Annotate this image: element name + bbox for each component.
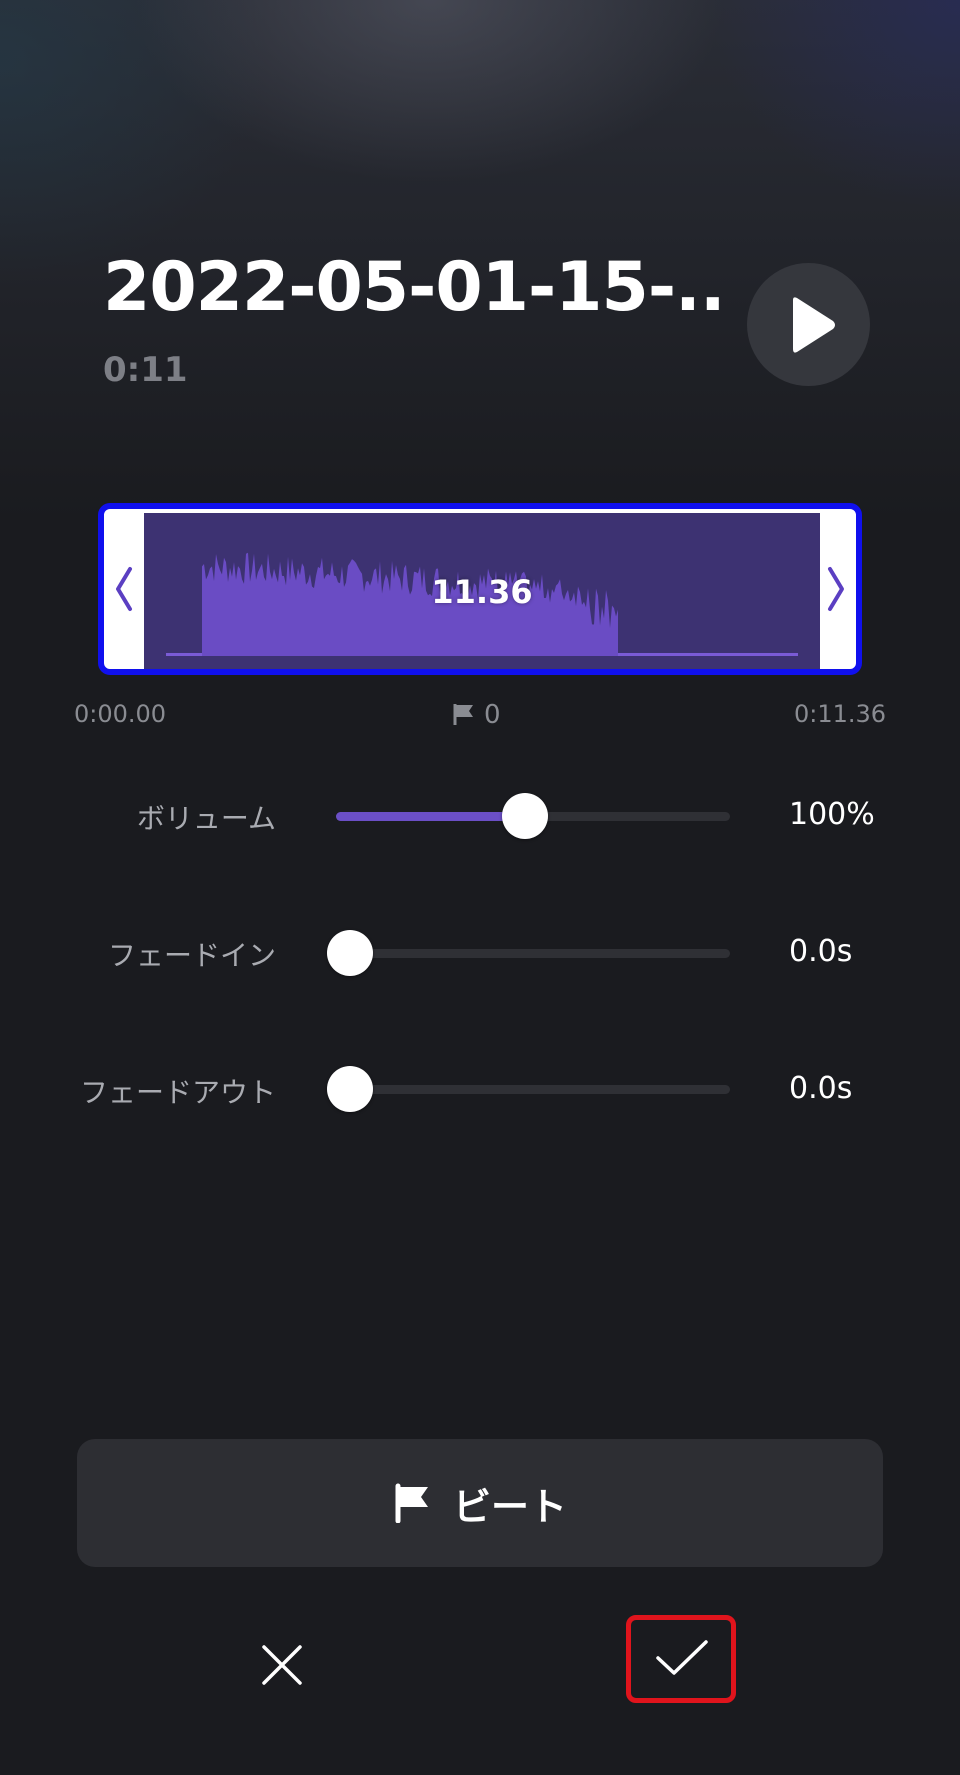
fade-in-label: フェードイン [107,939,276,972]
play-button[interactable] [747,263,870,386]
fade-out-slider-knob[interactable] [327,1066,373,1112]
end-time: 0:11.36 [794,700,887,728]
fade-out-slider[interactable] [327,1066,730,1112]
volume-slider-fill [336,812,525,821]
trim-handle-left[interactable] [104,509,144,669]
flag-icon [395,1483,428,1523]
volume-slider[interactable] [336,793,730,839]
beat-count-value: 0 [484,700,501,730]
beat-button-label: ビート [452,1484,567,1529]
chevron-right-icon [828,567,844,611]
trim-handle-right[interactable] [816,509,856,669]
beat-marker-count: 0 [452,700,501,730]
cancel-button[interactable] [254,1637,310,1693]
fade-out-label: フェードアウト [79,1076,276,1109]
beat-button[interactable]: ビート [77,1439,883,1567]
fade-out-value: 0.0s [789,1071,853,1106]
volume-label: ボリューム [136,802,276,835]
clip-length-label: 11.36 [431,573,533,611]
volume-slider-knob[interactable] [501,793,548,839]
audio-trimmer[interactable]: 11.36 [98,503,862,675]
audio-duration: 0:11 [103,350,188,390]
audio-title: 2022-05-01-15-... [103,248,723,327]
fade-in-slider[interactable] [327,930,730,976]
waveform-area: 11.36 [144,513,820,669]
confirm-button[interactable] [626,1615,736,1703]
chevron-left-icon [116,567,132,611]
check-icon [656,1640,708,1675]
start-time: 0:00.00 [74,700,167,728]
flag-icon [453,704,473,725]
volume-value: 100% [789,797,875,832]
fade-in-slider-knob[interactable] [327,930,373,976]
fade-in-value: 0.0s [789,934,853,969]
play-icon [793,297,835,353]
close-icon [262,1645,302,1685]
